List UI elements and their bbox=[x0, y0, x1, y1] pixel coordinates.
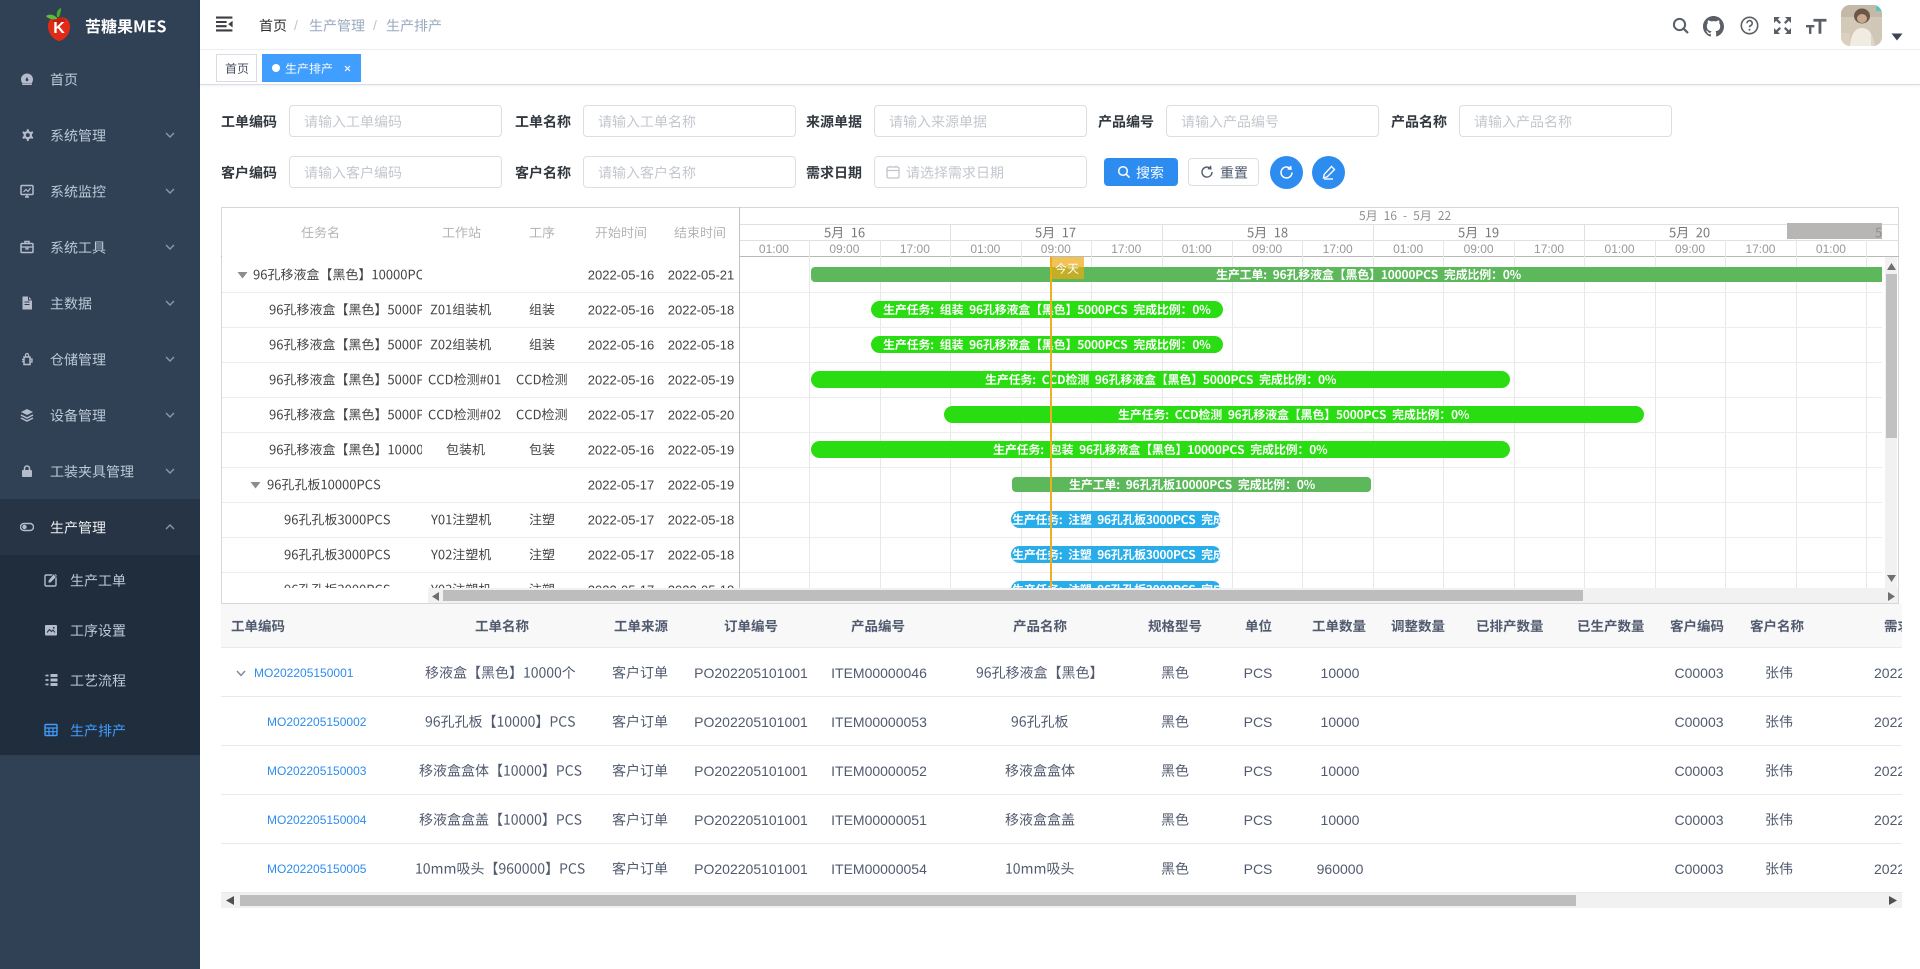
svg-text:K: K bbox=[53, 20, 65, 37]
